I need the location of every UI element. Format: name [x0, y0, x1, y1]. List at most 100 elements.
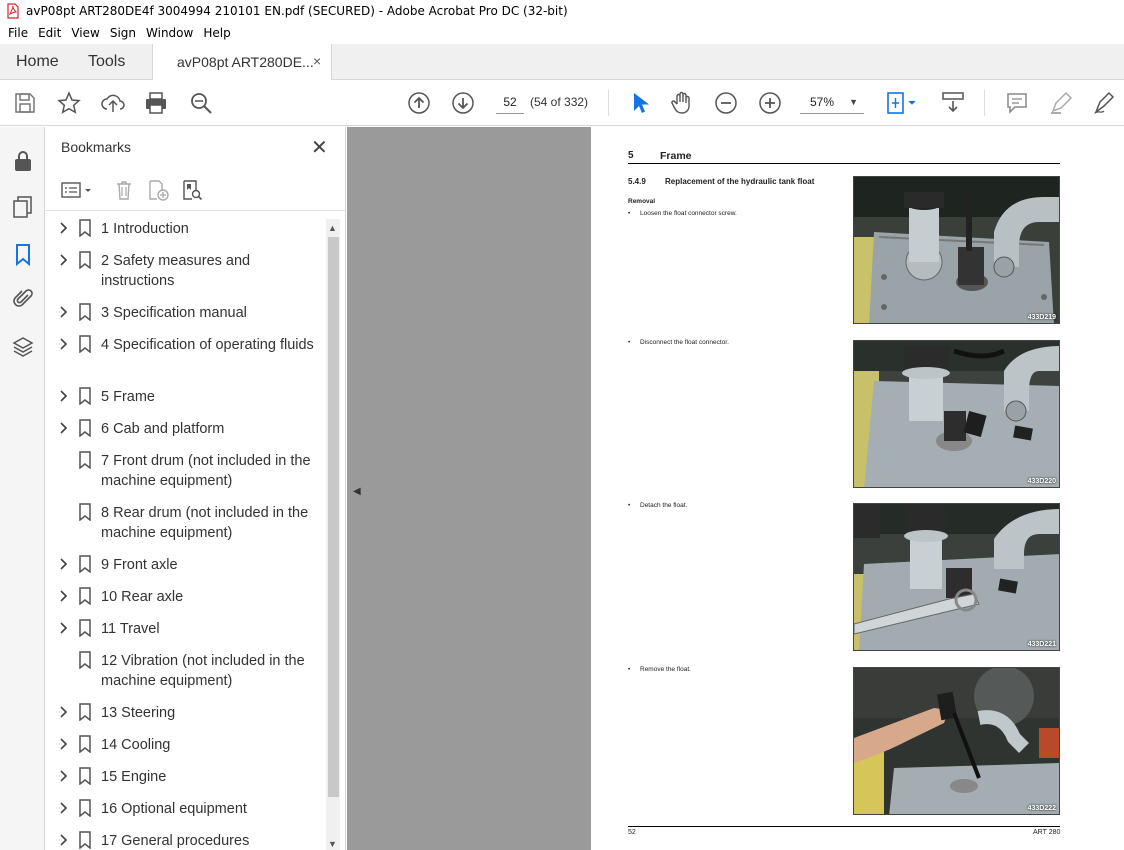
- bookmark-item[interactable]: 10 Rear axle: [45, 587, 325, 607]
- scroll-mode-icon[interactable]: [940, 90, 966, 116]
- bookmark-item[interactable]: 12 Vibration (not included in the machin…: [45, 651, 325, 691]
- bookmark-label: 5 Frame: [101, 389, 155, 405]
- chevron-right-icon[interactable]: [59, 305, 69, 319]
- menu-edit[interactable]: Edit: [38, 26, 61, 40]
- bookmark-flag-icon: [78, 735, 92, 754]
- upload-cloud-icon[interactable]: [100, 90, 126, 116]
- select-cursor-icon[interactable]: [626, 90, 652, 116]
- zoom-search-icon[interactable]: [188, 90, 214, 116]
- chevron-right-icon[interactable]: [59, 769, 69, 783]
- removal-heading: Removal: [628, 198, 656, 205]
- bookmark-flag-icon: [78, 555, 92, 574]
- chevron-right-icon[interactable]: [59, 833, 69, 847]
- bookmark-label: 12 Vibration (not included in the machin…: [101, 653, 305, 689]
- bookmark-flag-icon: [78, 251, 92, 270]
- previous-page-icon[interactable]: [406, 90, 432, 116]
- bookmark-flag-icon: [78, 799, 92, 818]
- bookmark-item[interactable]: 13 Steering: [45, 703, 325, 723]
- bookmarks-toolbar: [45, 171, 345, 211]
- chevron-right-icon[interactable]: [59, 621, 69, 635]
- close-panel-icon[interactable]: ✕: [311, 135, 328, 160]
- bookmark-item[interactable]: 6 Cab and platform: [45, 419, 325, 439]
- bookmark-item[interactable]: 11 Travel: [45, 619, 325, 639]
- comment-icon[interactable]: [1004, 90, 1030, 116]
- bookmark-label: 15 Engine: [101, 769, 167, 785]
- scrollbar-thumb[interactable]: [328, 237, 339, 797]
- bookmark-label: 14 Cooling: [101, 737, 171, 753]
- chevron-right-icon[interactable]: [59, 253, 69, 267]
- highlight-pen-icon[interactable]: [1048, 90, 1074, 116]
- step-text: • Detach the float.: [628, 502, 688, 509]
- bookmark-item[interactable]: 2 Safety measures and instructions: [45, 251, 325, 291]
- save-icon[interactable]: [12, 90, 38, 116]
- tab-bar: Home Tools avP08pt ART280DE... ×: [0, 44, 1124, 81]
- bookmarks-icon[interactable]: [11, 242, 35, 267]
- chevron-right-icon[interactable]: [59, 389, 69, 403]
- zoom-level-select[interactable]: 57% ▼: [800, 90, 864, 114]
- bookmark-options-icon[interactable]: [61, 179, 93, 201]
- close-tab-icon[interactable]: ×: [313, 53, 321, 69]
- photo-caption: 433D222: [1027, 805, 1056, 812]
- bookmark-item[interactable]: 7 Front drum (not included in the machin…: [45, 451, 325, 491]
- bookmark-item[interactable]: 15 Engine: [45, 767, 325, 787]
- bookmark-flag-icon: [78, 335, 92, 354]
- delete-bookmark-icon[interactable]: [113, 179, 135, 201]
- bookmark-item[interactable]: 17 General procedures: [45, 831, 325, 850]
- fit-page-icon[interactable]: [884, 90, 920, 116]
- chevron-right-icon[interactable]: [59, 589, 69, 603]
- page-number-input[interactable]: 52: [496, 90, 524, 114]
- page-count: (54 of 332): [530, 95, 589, 109]
- bookmark-label: 17 General procedures: [101, 833, 250, 849]
- bookmark-flag-icon: [78, 503, 92, 522]
- find-bookmark-icon[interactable]: [181, 179, 203, 201]
- bookmark-label: 4 Specification of operating fluids: [101, 337, 314, 353]
- lock-icon[interactable]: [11, 149, 35, 173]
- menu-window[interactable]: Window: [146, 26, 193, 40]
- new-bookmark-icon[interactable]: [147, 179, 169, 201]
- bookmark-item[interactable]: 5 Frame: [45, 387, 325, 407]
- chevron-right-icon[interactable]: [59, 557, 69, 571]
- print-icon[interactable]: [143, 90, 169, 116]
- bookmark-item[interactable]: 16 Optional equipment: [45, 799, 325, 819]
- page-thumbnails-icon[interactable]: [11, 195, 35, 219]
- zoom-out-icon[interactable]: [713, 90, 739, 116]
- bookmark-item[interactable]: 4 Specification of operating fluids: [45, 335, 325, 375]
- footer-model-name: ART 280: [1033, 829, 1061, 836]
- bookmark-flag-icon: [78, 587, 92, 606]
- scroll-down-arrow-icon[interactable]: ▼: [328, 839, 337, 849]
- chevron-right-icon[interactable]: [59, 421, 69, 435]
- bookmark-item[interactable]: 3 Specification manual: [45, 303, 325, 323]
- zoom-in-icon[interactable]: [757, 90, 783, 116]
- bookmark-flag-icon: [78, 387, 92, 406]
- bookmarks-panel-title: Bookmarks: [61, 139, 132, 155]
- step-text: • Disconnect the float connector.: [628, 339, 729, 346]
- menu-sign[interactable]: Sign: [110, 26, 136, 40]
- hand-tool-icon[interactable]: [669, 90, 695, 116]
- scroll-up-arrow-icon[interactable]: ▲: [328, 223, 337, 233]
- tab-document[interactable]: avP08pt ART280DE... ×: [152, 44, 332, 81]
- next-page-icon[interactable]: [450, 90, 476, 116]
- tab-tools[interactable]: Tools: [88, 53, 125, 71]
- star-icon[interactable]: [56, 90, 82, 116]
- menu-bar: File Edit View Sign Window Help: [0, 22, 1124, 44]
- footer-rule: [628, 826, 1060, 827]
- menu-help[interactable]: Help: [203, 26, 230, 40]
- tab-home[interactable]: Home: [16, 53, 59, 71]
- chevron-right-icon[interactable]: [59, 737, 69, 751]
- bookmark-item[interactable]: 9 Front axle: [45, 555, 325, 575]
- collapse-panel-arrow-icon[interactable]: ◀: [353, 486, 361, 497]
- menu-file[interactable]: File: [8, 26, 28, 40]
- chevron-right-icon[interactable]: [59, 801, 69, 815]
- chevron-right-icon[interactable]: [59, 221, 69, 235]
- bookmark-label: 8 Rear drum (not included in the machine…: [101, 505, 309, 541]
- layers-icon[interactable]: [11, 335, 35, 359]
- menu-view[interactable]: View: [71, 26, 99, 40]
- bookmark-label: 11 Travel: [101, 621, 160, 637]
- sign-pen-icon[interactable]: [1092, 90, 1118, 116]
- bookmark-item[interactable]: 1 Introduction: [45, 219, 325, 239]
- bookmark-item[interactable]: 8 Rear drum (not included in the machine…: [45, 503, 325, 543]
- bookmark-item[interactable]: 14 Cooling: [45, 735, 325, 755]
- attachment-paperclip-icon[interactable]: [11, 287, 35, 311]
- chevron-right-icon[interactable]: [59, 705, 69, 719]
- chevron-right-icon[interactable]: [59, 337, 69, 351]
